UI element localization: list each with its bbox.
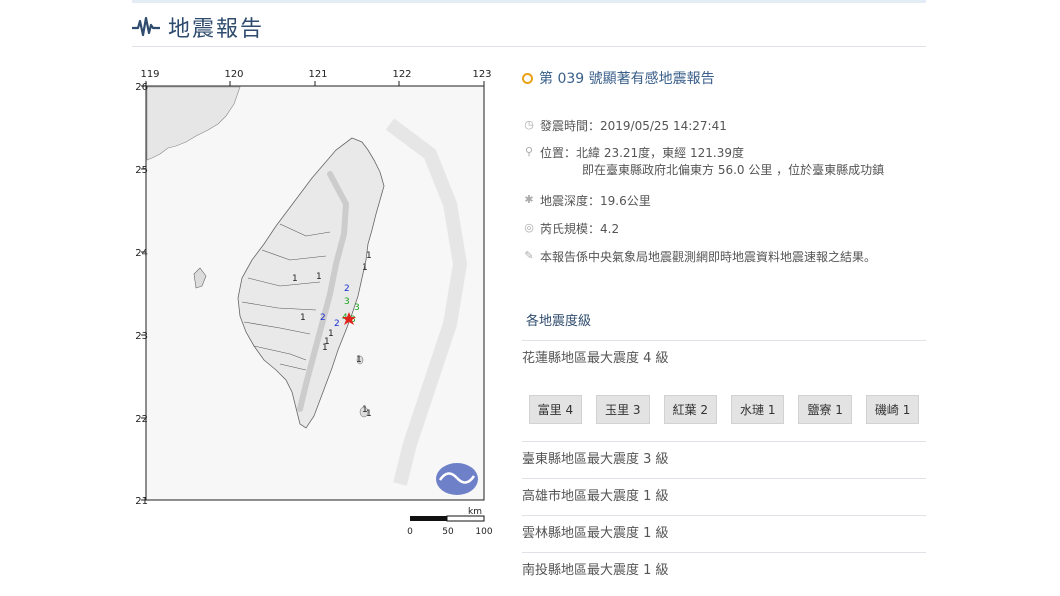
earthquake-map: 119 120 121 122 123 26 25 24 23 22 21 11… (130, 64, 500, 544)
lat-tick-label: 23 (135, 331, 148, 342)
station-chip: 紅葉 2 (663, 394, 717, 424)
depth-text: 地震深度：19.6公里 (540, 194, 651, 208)
magnitude-icon: ◎ (524, 221, 534, 234)
intensity-mark: 1 (366, 409, 372, 419)
info-depth: ✱ 地震深度：19.6公里 (522, 193, 651, 210)
lat-tick-label: 24 (135, 248, 148, 259)
intensity-mark: 1 (300, 313, 306, 323)
time-text: 發震時間：2019/05/25 14:27:41 (540, 119, 727, 133)
station-chip: 水璉 1 (731, 394, 785, 424)
cwb-logo (436, 463, 478, 495)
location-text: 位置：北緯 23.21度，東經 121.39度 即在臺東縣政府北偏東方 56.0… (540, 145, 884, 179)
region-row: 南投縣地區最大震度 1 級 (522, 552, 926, 589)
lon-tick-label: 122 (392, 69, 411, 80)
location-line1: 位置：北緯 23.21度，東經 121.39度 (540, 146, 744, 160)
page-title: 地震報告 (168, 17, 265, 42)
station-list: 富里 4 玉里 3 紅葉 2 水璉 1 鹽寮 1 磯崎 1 (522, 378, 926, 440)
intensity-mark: 1 (366, 251, 372, 261)
magnitude-text: 芮氏規模：4.2 (540, 222, 620, 236)
intensity-mark: 1 (292, 274, 298, 284)
station-chip: 玉里 3 (596, 394, 650, 424)
page-header: 地震報告 (132, 8, 926, 47)
scale-label: 0 (407, 527, 413, 537)
depth-icon: ✱ (524, 193, 534, 206)
intensity-mark: 2 (334, 319, 340, 329)
seismic-wave-icon (132, 16, 160, 37)
region-row: 雲林縣地區最大震度 1 級 (522, 515, 926, 552)
intensity-mark: 2 (320, 313, 326, 323)
scale-label: 50 (442, 527, 454, 537)
scale-bar: km 0 50 100 (407, 507, 493, 537)
report-title: 第 039 號顯著有感地震報告 (522, 68, 715, 88)
lat-tick-label: 26 (135, 82, 148, 93)
location-line2: 即在臺東縣政府北偏東方 56.0 公里 ，位於臺東縣成功鎮 (582, 163, 885, 177)
location-pin-icon: ⚲ (524, 145, 534, 158)
station-chip: 富里 4 (528, 394, 583, 424)
clock-icon: ◷ (524, 118, 534, 131)
station-chip: 鹽寮 1 (798, 394, 852, 424)
pen-icon: ✎ (524, 249, 534, 262)
lon-tick-label: 119 (140, 69, 159, 80)
intensity-mark: 2 (344, 284, 350, 294)
station-chip: 磯崎 1 (865, 394, 920, 424)
intensity-mark: 3 (354, 303, 360, 313)
map-svg: 119 120 121 122 123 26 25 24 23 22 21 11… (135, 69, 493, 537)
intensity-mark: 1 (316, 272, 322, 282)
lat-tick-label: 25 (135, 165, 148, 176)
region-row: 高雄市地區最大震度 1 級 (522, 478, 926, 515)
top-accent-bar (132, 0, 926, 3)
lat-tick-label: 21 (135, 496, 148, 507)
note-text: 本報告係中央氣象局地震觀測網即時地震資料地震速報之結果。 (540, 250, 877, 264)
info-magnitude: ◎ 芮氏規模：4.2 (522, 221, 619, 238)
scale-label: 100 (475, 527, 492, 537)
intensity-mark: 1 (356, 355, 362, 365)
info-time: ◷ 發震時間：2019/05/25 14:27:41 (522, 118, 727, 135)
region-row: 花蓮縣地區最大震度 4 級 (522, 340, 926, 377)
intensity-mark: 1 (362, 263, 368, 273)
intensity-section-title: 各地震度級 (526, 314, 592, 329)
title-dot-icon (522, 72, 533, 84)
scale-unit: km (468, 507, 482, 517)
info-note: ✎ 本報告係中央氣象局地震觀測網即時地震資料地震速報之結果。 (522, 249, 876, 266)
intensity-mark: 1 (322, 343, 328, 353)
lon-tick-label: 121 (308, 69, 327, 80)
report-title-text: 第 039 號顯著有感地震報告 (539, 71, 715, 87)
lat-tick-label: 22 (135, 414, 148, 425)
intensity-mark: 3 (344, 297, 350, 307)
lon-tick-label: 123 (472, 69, 491, 80)
intensity-mark: 1 (328, 329, 334, 339)
lon-tick-label: 120 (224, 69, 243, 80)
info-location: ⚲ 位置：北緯 23.21度，東經 121.39度 即在臺東縣政府北偏東方 56… (522, 145, 884, 179)
region-row: 臺東縣地區最大震度 3 級 (522, 441, 926, 478)
